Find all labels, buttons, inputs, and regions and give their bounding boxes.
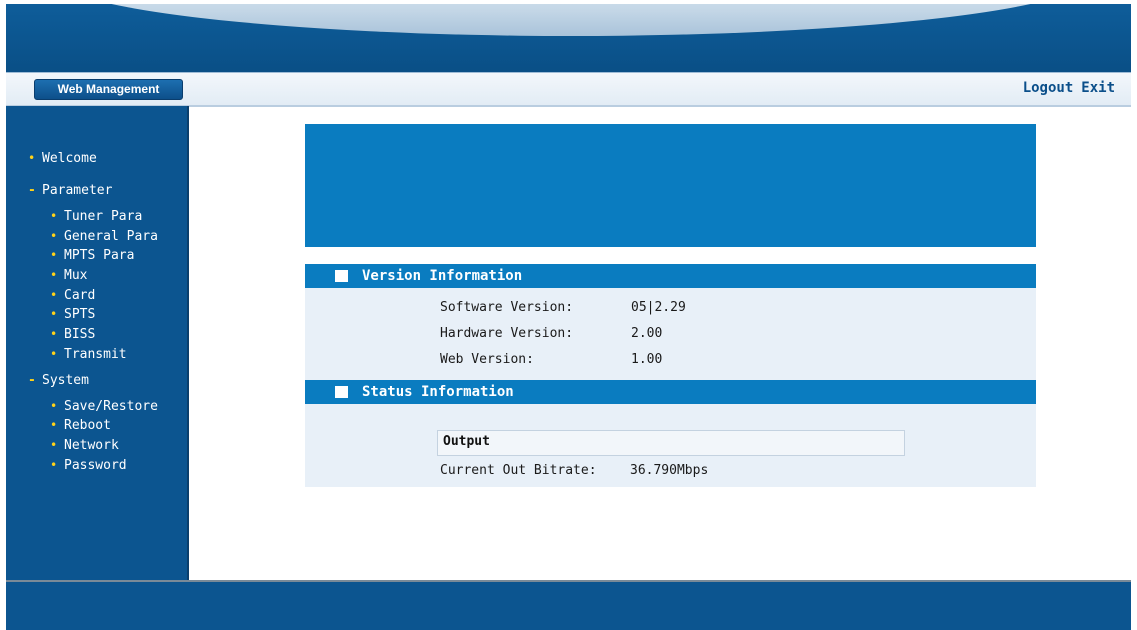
sidebar-item-label: Network: [64, 438, 119, 453]
sidebar-item-label: Welcome: [42, 151, 97, 166]
sidebar-item-label: Card: [64, 288, 96, 303]
sidebar-item-label: Save/Restore: [64, 399, 158, 414]
sidebar-group-system[interactable]: - System: [28, 373, 89, 388]
bullet-icon: •: [50, 438, 58, 452]
output-heading-box: Output: [437, 430, 905, 456]
hardware-version-label: Hardware Version:: [440, 326, 574, 341]
footer-bar: [6, 580, 1131, 630]
sidebar-item-general-para[interactable]: • General Para: [50, 229, 158, 244]
collapse-icon: -: [28, 183, 36, 198]
sidebar-group-parameter[interactable]: - Parameter: [28, 183, 112, 198]
bullet-icon: •: [28, 151, 36, 165]
bullet-icon: •: [50, 248, 58, 262]
sidebar-item-biss[interactable]: • BISS: [50, 327, 95, 342]
status-info-panel: Output Current Out Bitrate: 36.790Mbps: [305, 404, 1036, 487]
bitrate-value: 36.790Mbps: [630, 463, 709, 478]
sidebar: • Welcome - Parameter • Tuner Para • General…: [6, 106, 189, 580]
software-version-value: 05|2.29: [631, 300, 686, 315]
sidebar-item-label: BISS: [64, 327, 96, 342]
sidebar-item-label: Reboot: [64, 418, 111, 433]
sidebar-item-card[interactable]: • Card: [50, 288, 95, 303]
sidebar-item-mpts-para[interactable]: • MPTS Para: [50, 248, 134, 263]
sidebar-item-label: Tuner Para: [64, 209, 143, 224]
sidebar-item-network[interactable]: • Network: [50, 438, 119, 453]
banner-swoosh: [46, 4, 1096, 36]
output-heading: Output: [443, 434, 490, 449]
sidebar-item-label: Transmit: [64, 347, 127, 362]
logout-link[interactable]: Logout: [1023, 80, 1074, 96]
square-icon: [335, 270, 348, 282]
section-title: Status Information: [362, 384, 514, 400]
status-info-header: Status Information: [305, 380, 1036, 404]
web-version-label: Web Version:: [440, 352, 534, 367]
menu-bar: Web Management Logout Exit: [6, 72, 1131, 107]
bullet-icon: •: [50, 209, 58, 223]
sidebar-item-mux[interactable]: • Mux: [50, 268, 87, 283]
sidebar-group-label: Parameter: [42, 183, 113, 198]
web-management-tab[interactable]: Web Management: [34, 79, 183, 100]
sidebar-item-label: Mux: [64, 268, 88, 283]
collapse-icon: -: [28, 373, 36, 388]
sidebar-item-save-restore[interactable]: • Save/Restore: [50, 399, 158, 414]
top-links: Logout Exit: [1023, 80, 1115, 96]
sidebar-group-label: System: [42, 373, 89, 388]
sidebar-item-tuner-para[interactable]: • Tuner Para: [50, 209, 142, 224]
sidebar-item-transmit[interactable]: • Transmit: [50, 347, 127, 362]
software-version-label: Software Version:: [440, 300, 574, 315]
sidebar-item-spts[interactable]: • SPTS: [50, 307, 95, 322]
bullet-icon: •: [50, 418, 58, 432]
sidebar-item-label: SPTS: [64, 307, 96, 322]
exit-link[interactable]: Exit: [1081, 80, 1115, 96]
bullet-icon: •: [50, 268, 58, 282]
sidebar-item-label: General Para: [64, 229, 158, 244]
square-icon: [335, 386, 348, 398]
version-info-header: Version Information: [305, 264, 1036, 288]
sidebar-item-label: Password: [64, 458, 127, 473]
bullet-icon: •: [50, 458, 58, 472]
bullet-icon: •: [50, 327, 58, 341]
sidebar-item-label: MPTS Para: [64, 248, 135, 263]
content-banner: [305, 124, 1036, 247]
version-info-panel: Software Version: 05|2.29 Hardware Versi…: [305, 288, 1036, 380]
section-title: Version Information: [362, 268, 523, 284]
web-version-value: 1.00: [631, 352, 663, 367]
sidebar-item-welcome[interactable]: • Welcome: [28, 151, 97, 166]
bullet-icon: •: [50, 229, 58, 243]
top-banner: [6, 4, 1131, 72]
sidebar-item-password[interactable]: • Password: [50, 458, 127, 473]
bullet-icon: •: [50, 307, 58, 321]
bullet-icon: •: [50, 399, 58, 413]
sidebar-item-reboot[interactable]: • Reboot: [50, 418, 111, 433]
bullet-icon: •: [50, 288, 58, 302]
bullet-icon: •: [50, 347, 58, 361]
bitrate-label: Current Out Bitrate:: [440, 463, 597, 478]
hardware-version-value: 2.00: [631, 326, 663, 341]
